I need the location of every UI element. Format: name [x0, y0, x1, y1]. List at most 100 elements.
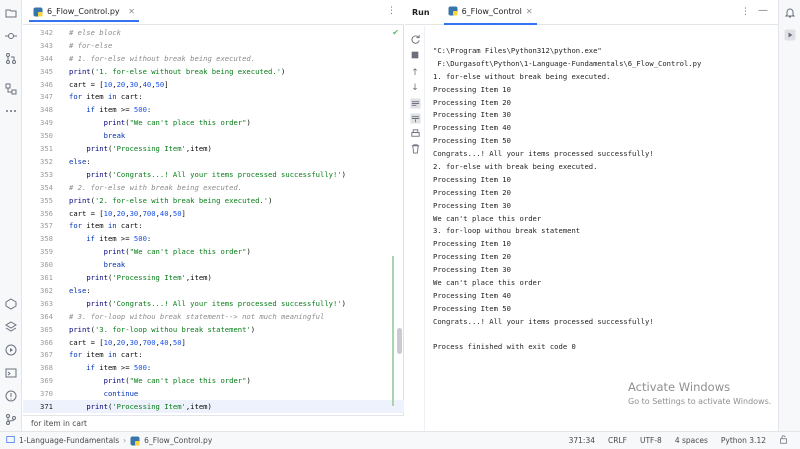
code-line[interactable]: 362 else:: [23, 284, 404, 297]
code-line[interactable]: 359 print("We can't place this order"): [23, 245, 404, 258]
editor-breadcrumb[interactable]: for item in cart: [23, 415, 404, 431]
line-number: 353: [40, 169, 53, 179]
code-text: for item in cart:: [69, 92, 143, 102]
code-line[interactable]: 367 for item in cart:: [23, 349, 404, 362]
code-line[interactable]: 356 cart = [10,20,30,700,40,50]: [23, 207, 404, 220]
code-text: for item in cart:: [69, 221, 143, 231]
code-text: # 2. for-else with break being executed.: [69, 182, 243, 192]
code-area[interactable]: 342 # else block 343 # for-else 344 # 1. for-…: [23, 26, 404, 415]
layers-icon[interactable]: [0, 318, 22, 336]
code-line[interactable]: 364 # 3. for-loop withou break statement-…: [23, 310, 404, 323]
code-line[interactable]: 358 if item >= 500:: [23, 232, 404, 245]
run-tool-window: Run 6_Flow_Control ✕ ⋮ — ↑ ↓ "C:\Program…: [405, 0, 778, 431]
code-line[interactable]: 342 # else block: [23, 26, 404, 39]
console-line: We can't place this order: [433, 277, 542, 287]
soft-wrap-icon[interactable]: [409, 97, 421, 109]
terminal-icon[interactable]: [0, 364, 22, 382]
code-line[interactable]: 347 for item in cart:: [23, 91, 404, 104]
code-line[interactable]: 357 for item in cart:: [23, 220, 404, 233]
close-tab-icon[interactable]: ✕: [128, 7, 135, 16]
run-tab-flow-control[interactable]: 6_Flow_Control ✕: [443, 0, 537, 25]
code-line[interactable]: 370 continue: [23, 387, 404, 400]
code-line[interactable]: 361 print('Processing Item',item): [23, 271, 404, 284]
run-icon[interactable]: [779, 26, 800, 44]
editor-scrollbar[interactable]: [397, 328, 402, 354]
python-file-icon: [130, 436, 140, 446]
minimize-icon[interactable]: —: [758, 5, 768, 16]
run-services-icon[interactable]: [0, 341, 22, 359]
code-text: else:: [69, 156, 91, 166]
code-line[interactable]: 365 print('3. for-loop withou break state…: [23, 323, 404, 336]
line-number: 366: [40, 337, 53, 347]
code-line[interactable]: 345 print('1. for-else without break bein…: [23, 65, 404, 78]
python-packages-icon[interactable]: [0, 295, 22, 313]
code-line[interactable]: 348 if item >= 500:: [23, 103, 404, 116]
console-line: We can't place this order: [433, 213, 542, 223]
code-line[interactable]: 346 cart = [10,20,30,40,50]: [23, 78, 404, 91]
console-line: Congrats...! All your items processed su…: [433, 316, 654, 326]
notifications-icon[interactable]: [779, 4, 800, 22]
more-tools-icon[interactable]: [0, 102, 22, 120]
code-line[interactable]: 353 print('Congrats...! All your items p…: [23, 168, 404, 181]
status-crumb-project[interactable]: 1-Language-Fundamentals: [19, 436, 119, 445]
rerun-icon[interactable]: [409, 33, 421, 45]
code-line[interactable]: 344 # 1. for-else without break being exe…: [23, 52, 404, 65]
code-text: break: [103, 260, 126, 270]
editor-breadcrumb-label: for item in cart: [31, 419, 87, 428]
code-line[interactable]: 360 break: [23, 258, 404, 271]
console-line: Processing Item 50: [433, 136, 511, 146]
code-line[interactable]: 363 print('Congrats...! All your items p…: [23, 297, 404, 310]
scroll-down-icon[interactable]: ↓: [409, 82, 421, 94]
editor-tab-flow-control[interactable]: 6_Flow_Control.py ✕: [29, 3, 139, 22]
line-number: 343: [40, 40, 53, 50]
project-folder-icon[interactable]: [0, 4, 22, 22]
caret-position[interactable]: 371:34: [569, 436, 595, 445]
code-text: continue: [103, 389, 139, 399]
console-line: Processing Item 20: [433, 187, 511, 197]
code-line[interactable]: 354 # 2. for-else with break being execut…: [23, 181, 404, 194]
code-line[interactable]: 350 break: [23, 129, 404, 142]
code-line[interactable]: 343 # for-else: [23, 39, 404, 52]
code-editor: 6_Flow_Control.py ✕ ⋮ 342 # else block 343…: [23, 0, 404, 431]
line-ending[interactable]: CRLF: [608, 436, 627, 445]
indent-setting[interactable]: 4 spaces: [675, 436, 708, 445]
code-line[interactable]: 368 if item >= 500:: [23, 361, 404, 374]
pull-requests-icon[interactable]: [0, 49, 22, 67]
code-text: print("We can't place this order"): [103, 376, 251, 386]
console-line: Processing Item 10: [433, 174, 511, 184]
code-line[interactable]: 355 print('2. for-else with break being e…: [23, 194, 404, 207]
close-run-tab-icon[interactable]: ✕: [526, 7, 533, 16]
right-tool-strip: [778, 0, 800, 431]
code-text: print('Processing Item',item): [86, 402, 212, 412]
code-line[interactable]: 352 else:: [23, 155, 404, 168]
line-number: 370: [40, 389, 53, 399]
file-encoding[interactable]: UTF-8: [640, 436, 662, 445]
code-line[interactable]: 349 print("We can't place this order"): [23, 116, 404, 129]
stop-icon[interactable]: [409, 49, 421, 61]
scroll-up-icon[interactable]: ↑: [409, 67, 421, 79]
code-text: # for-else: [69, 40, 113, 50]
run-options-icon[interactable]: ⋮: [741, 7, 750, 17]
code-line[interactable]: 371 print('Processing Item',item): [23, 400, 404, 413]
code-line[interactable]: 369 print("We can't place this order"): [23, 374, 404, 387]
problems-icon[interactable]: [0, 387, 22, 405]
code-text: if item >= 500:: [86, 234, 152, 244]
console-line: Congrats...! All your items processed su…: [433, 149, 654, 159]
delete-icon[interactable]: [409, 142, 421, 154]
status-crumb-file[interactable]: 6_Flow_Control.py: [144, 436, 212, 445]
python-interpreter[interactable]: Python 3.12: [721, 436, 766, 445]
scroll-to-end-icon[interactable]: [409, 112, 421, 124]
commit-icon[interactable]: [0, 27, 22, 45]
line-number: 358: [40, 234, 53, 244]
run-console-output[interactable]: "C:\Program Files\Python312\python.exe" …: [433, 44, 701, 353]
version-control-icon[interactable]: [0, 410, 22, 428]
code-line[interactable]: 351 print('Processing Item',item): [23, 142, 404, 155]
structure-icon[interactable]: [0, 80, 22, 98]
line-number: 348: [40, 105, 53, 115]
code-line[interactable]: 366 cart = [10,20,30,700,40,50]: [23, 336, 404, 349]
run-toolbar: ↑ ↓: [405, 26, 425, 431]
print-icon[interactable]: [409, 127, 421, 139]
lock-icon[interactable]: [779, 435, 788, 446]
tab-options-icon[interactable]: ⋮: [387, 6, 396, 16]
